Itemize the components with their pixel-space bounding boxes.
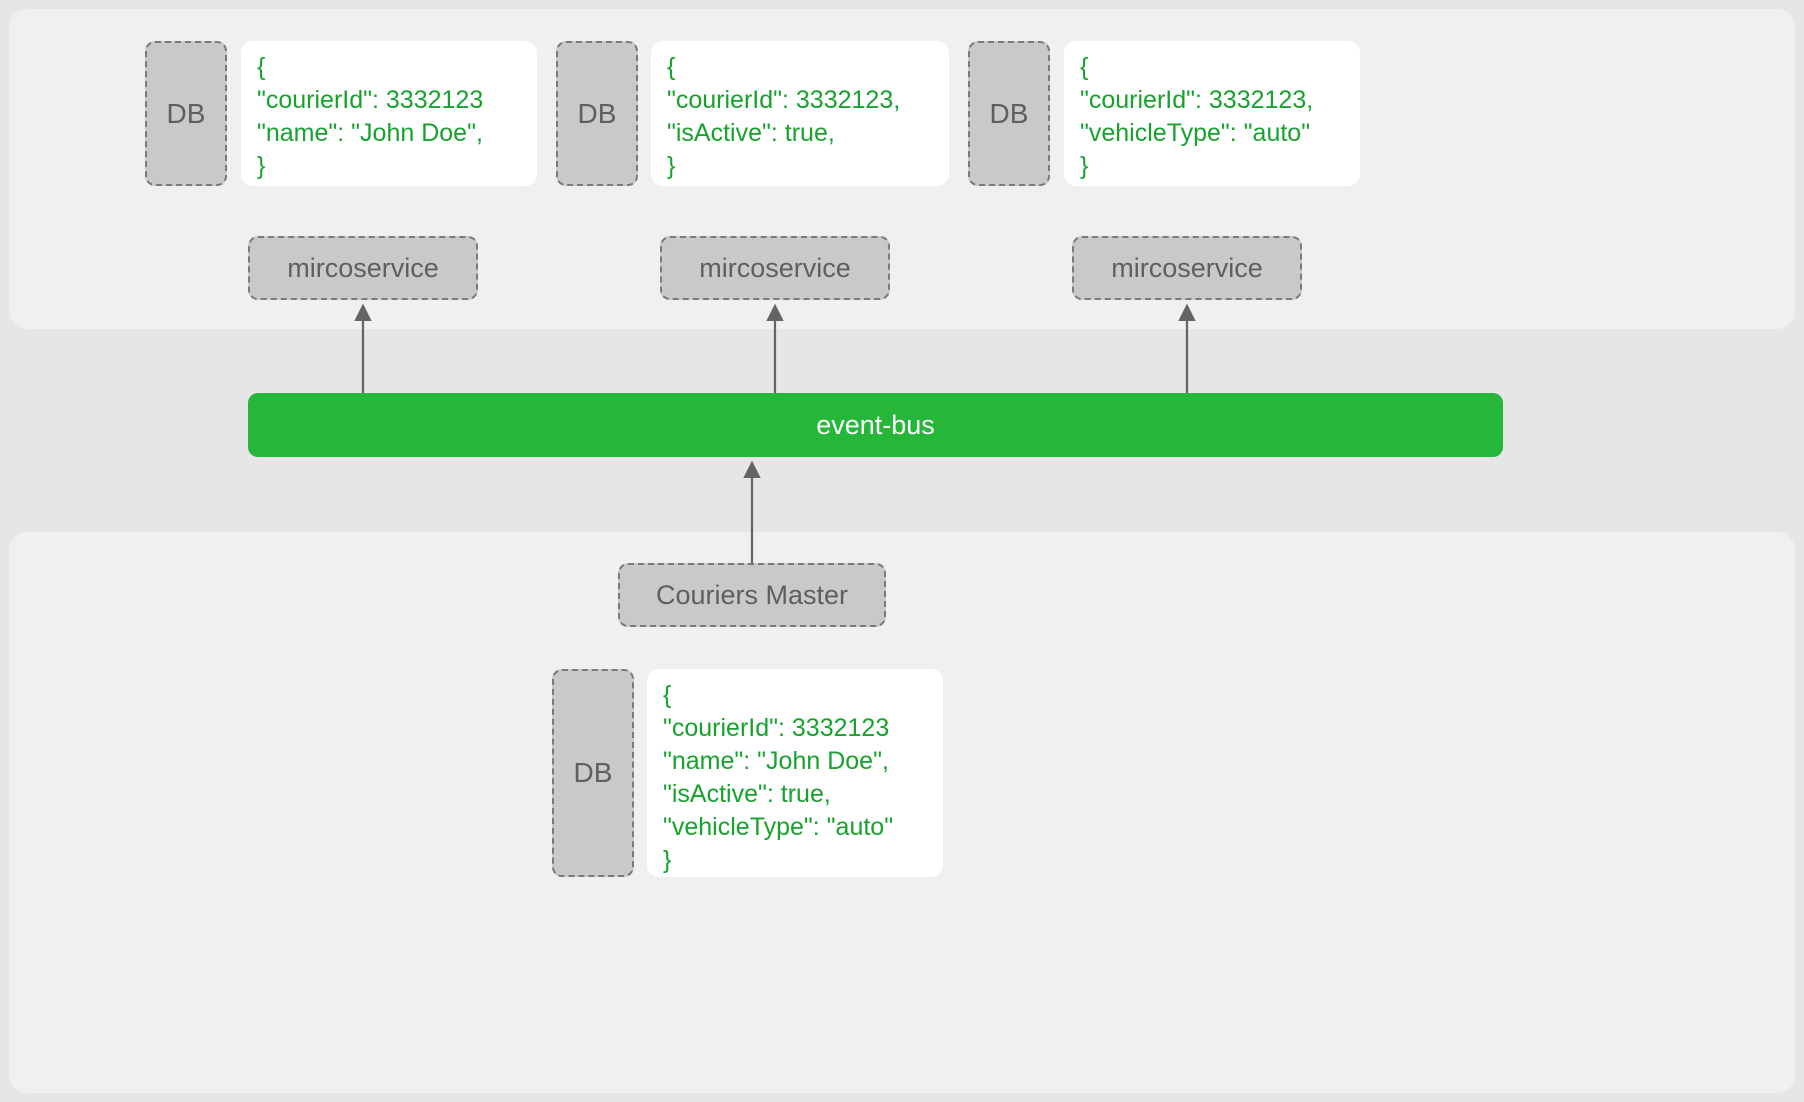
couriers-master-box: Couriers Master [618,563,886,627]
microservice-box-3: mircoservice [1072,236,1302,300]
db-box-1: DB [145,41,227,186]
db-box-master: DB [552,669,634,877]
code-card-1: { "courierId": 3332123 "name": "John Doe… [241,41,537,186]
code-card-master: { "courierId": 3332123 "name": "John Doe… [647,669,943,877]
event-bus: event-bus [248,393,1503,457]
microservice-box-2: mircoservice [660,236,890,300]
code-card-2: { "courierId": 3332123, "isActive": true… [651,41,949,186]
code-card-3: { "courierId": 3332123, "vehicleType": "… [1064,41,1360,186]
db-box-2: DB [556,41,638,186]
db-box-3: DB [968,41,1050,186]
microservice-box-1: mircoservice [248,236,478,300]
